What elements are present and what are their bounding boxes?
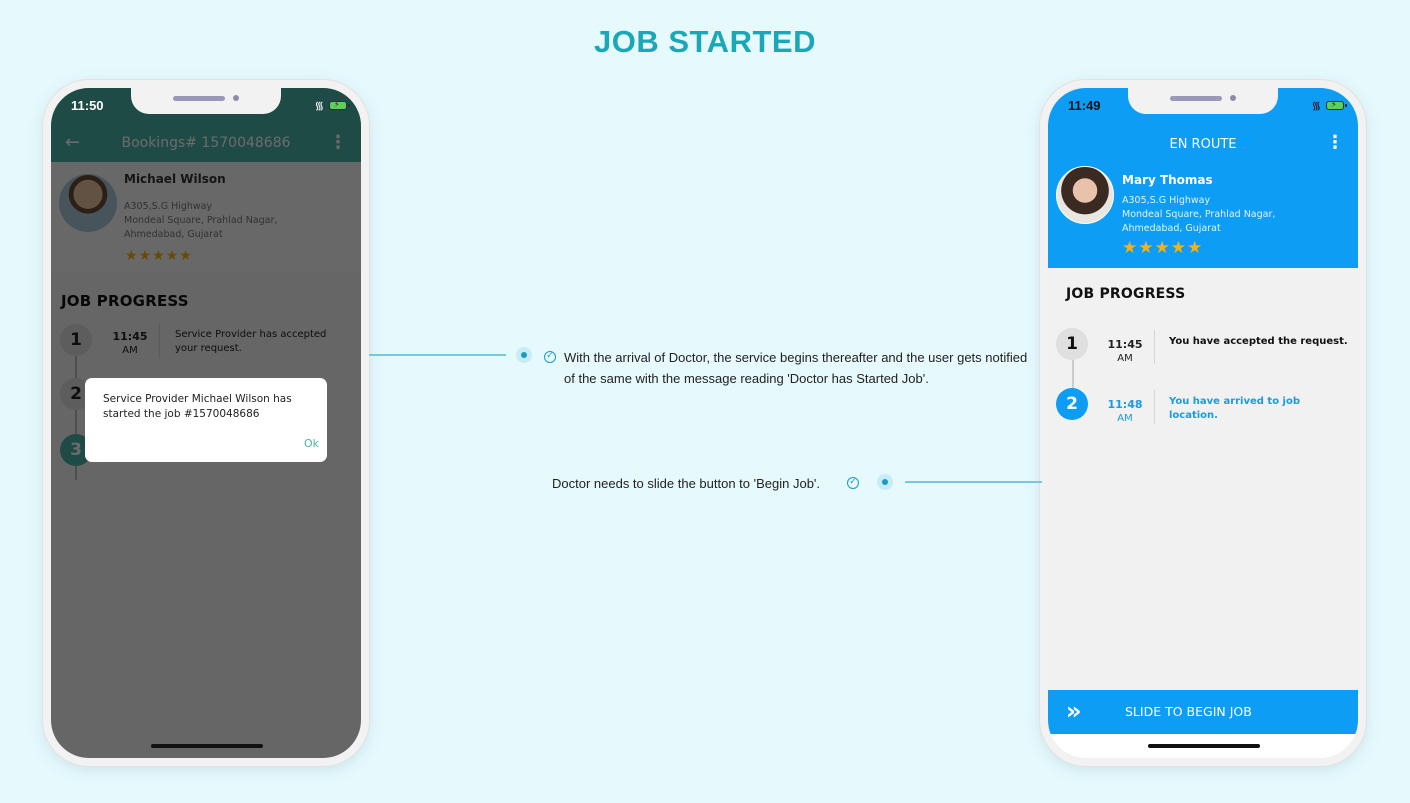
more-options-icon[interactable]: ⋮ (1326, 132, 1344, 153)
step-divider (1154, 390, 1155, 424)
annotation-connector (905, 481, 1042, 483)
speaker (1170, 96, 1222, 101)
rating-stars: ★★★★★ (1122, 238, 1204, 258)
battery-icon: ⚡ (1326, 100, 1347, 110)
notch (1128, 88, 1278, 114)
avatar (1056, 166, 1114, 224)
check-circle-icon: ✓ (544, 351, 556, 363)
step-text: You have accepted the request. (1169, 336, 1348, 347)
job-started-dialog: Service Provider Michael Wilson has star… (85, 378, 327, 462)
ok-button[interactable]: Ok (304, 437, 319, 450)
battery-icon: ⚡ (329, 100, 350, 110)
home-indicator (1148, 744, 1260, 748)
address-line: A305,S.G Highway (1122, 195, 1211, 206)
step-number: 1 (1056, 328, 1088, 360)
address-line: Ahmedabad, Gujarat (1122, 223, 1221, 234)
address-line: Mondeal Square, Prahlad Nagar, (1122, 209, 1276, 220)
speaker (173, 96, 225, 101)
job-progress-title: JOB PROGRESS (1066, 286, 1186, 302)
home-indicator (151, 744, 263, 748)
status-time: 11:49 (1068, 98, 1101, 113)
check-circle-icon: ✓ (847, 477, 859, 489)
right-phone-frame: 11:49 ᯾ ⚡ EN ROUTE ⋮ Mary Thomas A305,S.… (1040, 80, 1366, 766)
step-time: 11:45AM (1107, 338, 1143, 364)
job-progress-panel: JOB PROGRESS 1 11:45 AM You have accepted… (1048, 268, 1358, 698)
slide-to-begin-job-slider[interactable]: » SLIDE TO BEGIN JOB (1048, 690, 1358, 734)
left-phone-screen: 11:50 ᯾ ⚡ ← Bookings# 1570048686 ⋮ Micha… (51, 88, 361, 758)
app-bar: EN ROUTE ⋮ Mary Thomas A305,S.G Highway … (1048, 88, 1358, 268)
slide-label: SLIDE TO BEGIN JOB (1125, 704, 1252, 719)
annotation-dot (516, 347, 532, 363)
wifi-icon: ᯾ (314, 99, 324, 112)
status-icons: ᯾ ⚡ (314, 98, 350, 113)
double-chevron-right-icon[interactable]: » (1066, 697, 1081, 725)
customer-address: A305,S.G Highway Mondeal Square, Prahlad… (1122, 194, 1275, 236)
step-divider (1154, 330, 1155, 364)
page-title: JOB STARTED (594, 24, 816, 59)
wifi-icon: ᯾ (1311, 99, 1321, 112)
annotation-text: With the arrival of Doctor, the service … (564, 350, 1028, 386)
step-time: 11:48 AM (1107, 398, 1143, 424)
camera (233, 95, 239, 101)
right-phone-screen: 11:49 ᯾ ⚡ EN ROUTE ⋮ Mary Thomas A305,S.… (1048, 88, 1358, 758)
step-number: 2 (1056, 388, 1088, 420)
customer-name: Mary Thomas (1122, 173, 1213, 187)
annotation-connector (369, 354, 506, 356)
status-time: 11:50 (71, 98, 104, 113)
status-icons: ᯾ ⚡ (1311, 98, 1347, 113)
annotation-dot (877, 474, 893, 490)
step-text: You have arrived to job location. (1169, 396, 1301, 421)
status-title: EN ROUTE (1169, 137, 1237, 152)
annotation-text: Doctor needs to slide the button to 'Beg… (552, 476, 821, 491)
dialog-message: Service Provider Michael Wilson has star… (103, 393, 292, 420)
left-phone-frame: 11:50 ᯾ ⚡ ← Bookings# 1570048686 ⋮ Micha… (43, 80, 369, 766)
camera (1230, 95, 1236, 101)
notch (131, 88, 281, 114)
